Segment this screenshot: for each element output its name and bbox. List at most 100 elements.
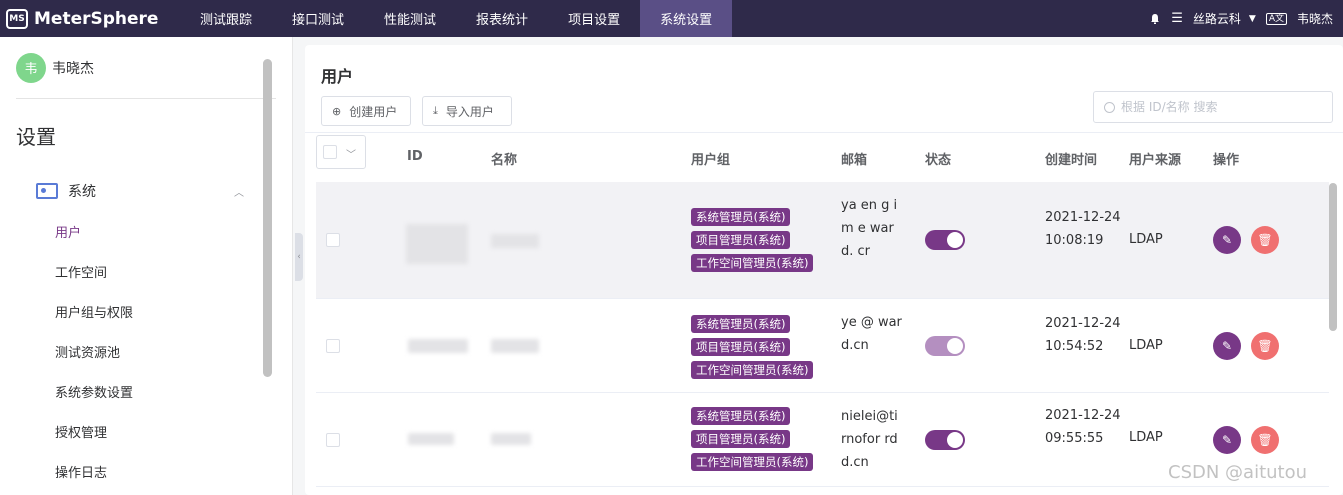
tag-system-admin: 系统管理员(系统): [691, 315, 791, 333]
source-cell: LDAP: [1129, 430, 1163, 445]
delete-button[interactable]: 🗑: [1251, 426, 1279, 454]
delete-button[interactable]: 🗑: [1251, 332, 1279, 360]
column-name: 名称: [491, 153, 518, 168]
column-created-time: 创建时间: [1045, 153, 1098, 168]
table-row[interactable]: 系统管理员(系统) 项目管理员(系统) 工作空间管理员(系统) ya en g …: [316, 182, 1329, 299]
sidebar-user: 韦 韦晓杰: [16, 37, 276, 99]
main-nav: 测试跟踪 接口测试 性能测试 报表统计 项目设置 系统设置: [180, 0, 733, 37]
nav-reports[interactable]: 报表统计: [456, 0, 548, 37]
select-all-dropdown[interactable]: ﹀: [316, 135, 366, 169]
redacted-id: [408, 433, 454, 445]
redacted-name: [491, 433, 531, 445]
tag-project-admin: 项目管理员(系统): [691, 430, 791, 448]
user-group-tags: 系统管理员(系统) 项目管理员(系统) 工作空间管理员(系统): [691, 315, 814, 384]
status-toggle[interactable]: [925, 430, 965, 450]
header-user-name[interactable]: 韦晓杰: [1297, 10, 1333, 27]
download-icon: ⤓: [433, 104, 438, 117]
page-title: 用户: [321, 67, 354, 86]
workspace-switcher[interactable]: 丝路云科 ▼: [1193, 10, 1256, 27]
tag-system-admin: 系统管理员(系统): [691, 407, 791, 425]
tag-workspace-admin: 工作空间管理员(系统): [691, 453, 814, 471]
column-id: ID: [407, 149, 423, 164]
bell-icon[interactable]: [1149, 13, 1161, 25]
status-toggle[interactable]: [925, 336, 965, 356]
sidebar-item-workspace[interactable]: 工作空间: [0, 251, 292, 291]
nav-test-track[interactable]: 测试跟踪: [180, 0, 272, 37]
sidebar-item-users[interactable]: 用户: [0, 211, 292, 251]
nav-system-settings[interactable]: 系统设置: [640, 0, 733, 37]
nav-project-settings[interactable]: 项目设置: [548, 0, 640, 37]
tag-workspace-admin: 工作空间管理员(系统): [691, 254, 814, 272]
row-checkbox[interactable]: [326, 433, 340, 447]
edit-button[interactable]: ✎: [1213, 426, 1241, 454]
column-actions: 操作: [1213, 153, 1240, 168]
user-group-tags: 系统管理员(系统) 项目管理员(系统) 工作空间管理员(系统): [691, 208, 814, 277]
delete-button[interactable]: 🗑: [1251, 226, 1279, 254]
nav-api-test[interactable]: 接口测试: [272, 0, 364, 37]
tag-project-admin: 项目管理员(系统): [691, 231, 791, 249]
import-user-button[interactable]: ⤓ 导入用户: [422, 96, 512, 126]
app-logo[interactable]: MS MeterSphere: [0, 8, 180, 29]
top-navbar: MS MeterSphere 测试跟踪 接口测试 性能测试 报表统计 项目设置 …: [0, 0, 1343, 37]
status-toggle[interactable]: [925, 230, 965, 250]
caret-down-icon: ▼: [1248, 13, 1256, 24]
search-box: [1093, 91, 1333, 123]
source-cell: LDAP: [1129, 232, 1163, 247]
logo-icon: MS: [6, 8, 28, 29]
logo-text: MeterSphere: [34, 8, 159, 29]
header-right: ☰ 丝路云科 ▼ A文 韦晓杰: [1149, 0, 1343, 37]
email-cell: ye @ ward.cn: [841, 315, 902, 353]
watermark: CSDN @aitutou: [1168, 462, 1308, 483]
trash-icon: 🗑: [1257, 433, 1273, 447]
sidebar-item-system-params[interactable]: 系统参数设置: [0, 371, 292, 411]
nav-performance-test[interactable]: 性能测试: [364, 0, 456, 37]
column-user-group: 用户组: [691, 153, 731, 168]
sidebar-item-resource-pool[interactable]: 测试资源池: [0, 331, 292, 371]
create-user-button[interactable]: ⊕ 创建用户: [321, 96, 411, 126]
email-cell: nielei@ti rnofor rd d.cn: [841, 409, 898, 470]
row-checkbox[interactable]: [326, 339, 340, 353]
redacted-name: [491, 234, 539, 248]
sidebar-item-license[interactable]: 授权管理: [0, 411, 292, 451]
user-group-tags: 系统管理员(系统) 项目管理员(系统) 工作空间管理员(系统): [691, 407, 814, 476]
import-user-label: 导入用户: [445, 104, 494, 119]
tag-system-admin: 系统管理员(系统): [691, 208, 791, 226]
chevron-up-icon: ︿: [234, 187, 244, 199]
column-status: 状态: [925, 153, 952, 168]
search-input[interactable]: [1121, 100, 1321, 114]
pencil-icon: ✎: [1221, 339, 1233, 353]
pencil-icon: ✎: [1221, 233, 1233, 247]
pencil-icon: ✎: [1221, 433, 1233, 447]
sidebar-item-user-groups[interactable]: 用户组与权限: [0, 291, 292, 331]
redacted-id: [406, 224, 468, 264]
row-checkbox[interactable]: [326, 233, 340, 247]
sidebar-group-label: 系统: [68, 184, 96, 200]
plus-circle-icon: ⊕: [332, 104, 342, 118]
edit-button[interactable]: ✎: [1213, 226, 1241, 254]
sidebar-user-name: 韦晓杰: [52, 60, 94, 77]
settings-title: 设置: [16, 125, 56, 149]
sidebar-collapse-handle[interactable]: ‹: [295, 233, 303, 281]
select-all-checkbox[interactable]: [323, 145, 337, 159]
table-scrollbar[interactable]: [1329, 183, 1337, 331]
trash-icon: 🗑: [1257, 339, 1273, 353]
sidebar: 韦 韦晓杰 设置 系统 ︿ 用户 工作空间 用户组与权限 测试资源池 系统参数设…: [0, 37, 293, 495]
redacted-name: [491, 339, 539, 353]
sidebar-group-system[interactable]: 系统 ︿: [0, 171, 292, 211]
language-icon[interactable]: A文: [1265, 12, 1287, 25]
workspace-name: 丝路云科: [1192, 12, 1241, 26]
sidebar-scrollbar[interactable]: [263, 59, 272, 377]
list-icon[interactable]: ☰: [1171, 11, 1183, 26]
column-email: 邮箱: [841, 153, 868, 168]
edit-button[interactable]: ✎: [1213, 332, 1241, 360]
chevron-down-icon[interactable]: ﹀: [346, 146, 356, 161]
table-row[interactable]: 系统管理员(系统) 项目管理员(系统) 工作空间管理员(系统) ye @ war…: [316, 299, 1329, 393]
sidebar-item-operation-log[interactable]: 操作日志: [0, 451, 292, 491]
search-icon: [1104, 101, 1115, 113]
create-user-label: 创建用户: [349, 104, 398, 119]
column-source: 用户来源: [1129, 153, 1182, 168]
created-time-cell: 2021-12-24 10:54:52: [1045, 316, 1121, 354]
created-time-cell: 2021-12-24 10:08:19: [1045, 210, 1121, 248]
source-cell: LDAP: [1129, 338, 1163, 353]
email-cell: ya en g im e ward. cr: [841, 198, 898, 259]
